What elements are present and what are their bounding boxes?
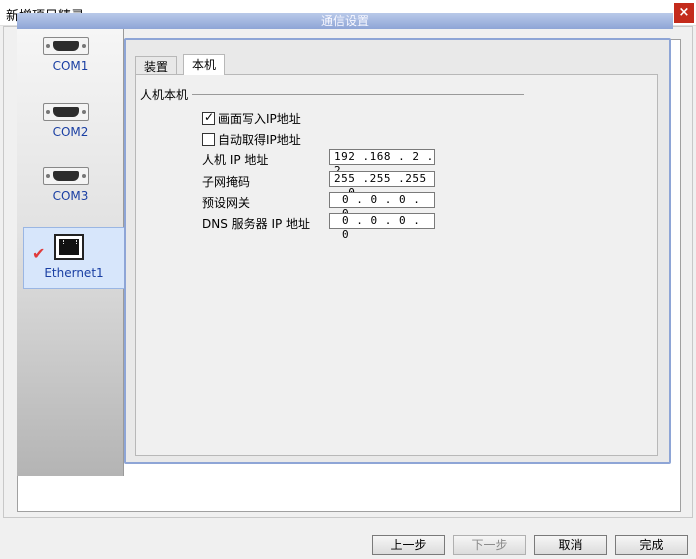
serial-port-icon: [43, 37, 89, 55]
close-icon[interactable]: ×: [674, 3, 694, 23]
hmi-ip-input[interactable]: 192 .168 . 2 . 2: [329, 149, 435, 177]
group-label: 人机本机: [140, 86, 193, 103]
ethernet-port-icon: [54, 234, 84, 260]
finish-button[interactable]: 完成: [615, 535, 688, 555]
subnet-mask-label: 子网掩码: [202, 175, 251, 189]
port-label: Ethernet1: [44, 266, 104, 280]
port-label: COM2: [52, 125, 89, 139]
port-list: COM1 COM2 COM3 ✔ Ethernet1: [17, 29, 125, 476]
tab-content: 人机本机 画面写入IP地址 自动取得IP地址 人机 IP 地址 192 .168…: [135, 74, 658, 456]
hmi-ip-label: 人机 IP 地址: [202, 153, 269, 167]
serial-port-icon: [43, 167, 89, 185]
serial-port-icon: [43, 103, 89, 121]
checkbox-unchecked-icon[interactable]: [202, 133, 215, 146]
checkbox-label: 自动取得IP地址: [218, 133, 301, 147]
gateway-label: 预设网关: [202, 196, 251, 210]
port-item-com1[interactable]: COM1: [17, 29, 124, 91]
gateway-input[interactable]: 0 . 0 . 0 . 0: [329, 192, 435, 220]
dns-ip-label: DNS 服务器 IP 地址: [202, 217, 311, 231]
checkbox-checked-icon[interactable]: [202, 110, 215, 125]
back-button[interactable]: 上一步: [372, 535, 445, 555]
section-header: 通信设置: [17, 13, 673, 29]
tab-device[interactable]: 装置: [135, 56, 178, 74]
checkbox-label: 画面写入IP地址: [218, 112, 301, 126]
tab-local[interactable]: 本机: [183, 54, 226, 75]
port-item-com2[interactable]: COM2: [17, 95, 124, 157]
port-label: COM1: [52, 59, 89, 73]
checkmark-icon: ✔: [32, 244, 46, 263]
subnet-mask-input[interactable]: 255 .255 .255 . 0: [329, 171, 435, 199]
dns-ip-input[interactable]: 0 . 0 . 0 . 0: [329, 213, 435, 241]
port-item-ethernet1[interactable]: ✔ Ethernet1: [23, 227, 125, 289]
group-divider: [182, 94, 524, 95]
checkbox-write-ip[interactable]: 画面写入IP地址: [202, 110, 301, 126]
port-label: COM3: [52, 189, 89, 203]
cancel-button[interactable]: 取消: [534, 535, 607, 555]
next-button[interactable]: 下一步: [453, 535, 526, 555]
port-item-com3[interactable]: COM3: [17, 159, 124, 221]
checkbox-auto-ip[interactable]: 自动取得IP地址: [202, 131, 301, 147]
settings-panel: 装置 本机 人机本机 画面写入IP地址 自动取得IP地址 人机 IP 地址 19…: [124, 38, 671, 464]
